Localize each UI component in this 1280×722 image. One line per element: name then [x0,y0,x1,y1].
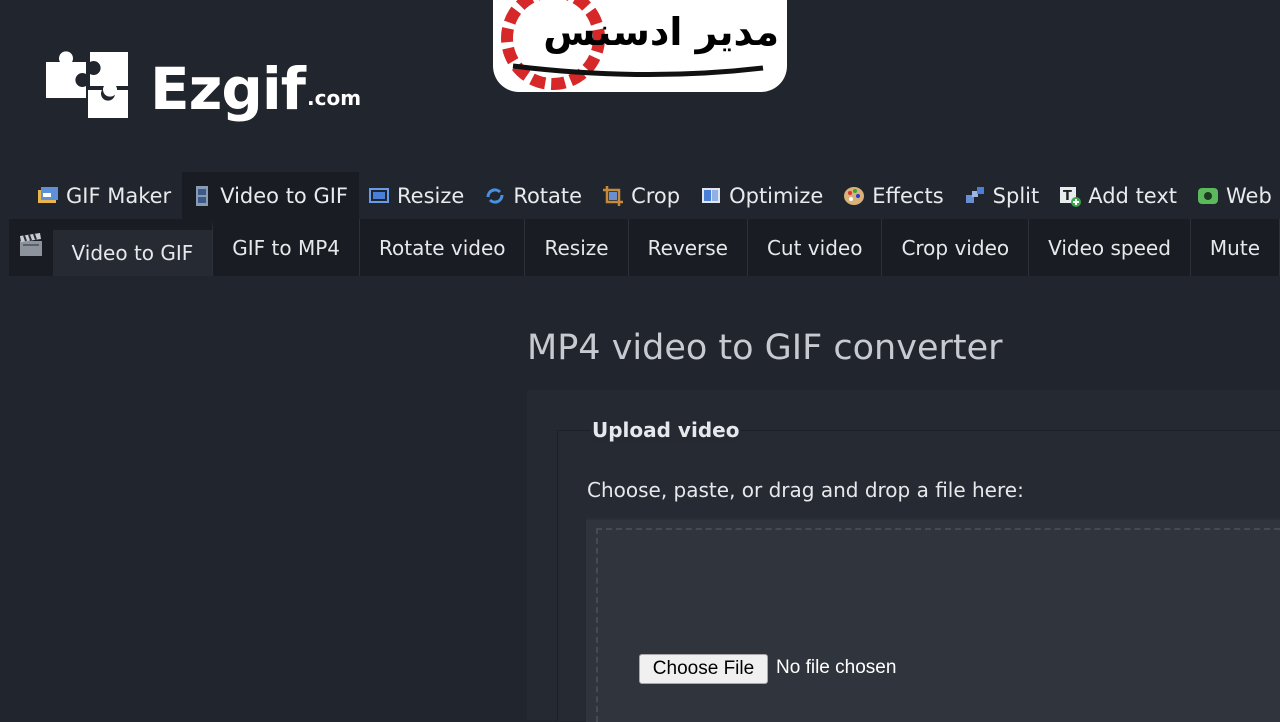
subnav-label: Resize [544,235,609,260]
clapperboard-icon [19,232,42,256]
page-title: MP4 video to GIF converter [527,328,1003,368]
logo-domain: .com [307,86,362,110]
choose-file-button[interactable]: Choose File [639,654,768,684]
subnav-video-to-gif[interactable]: Video to GIF [52,219,214,276]
crop-icon [603,185,624,206]
nav-rotate[interactable]: Rotate [475,172,593,219]
nav-video-to-gif[interactable]: Video to GIF [182,172,360,219]
subnav-rotate-video[interactable]: Rotate video [360,219,526,276]
subnav-gif-to-mp4[interactable]: GIF to MP4 [213,219,361,276]
split-icon [965,186,984,203]
rotate-icon [486,187,504,204]
sub-nav-icon-cell [9,219,53,276]
drop-zone-border [596,528,1280,722]
webp-icon [1198,187,1219,204]
subnav-label: Video speed [1048,235,1171,260]
subnav-label: Mute [1209,235,1260,260]
subnav-label: Rotate video [379,235,506,260]
subnav-video-speed[interactable]: Video speed [1029,219,1191,276]
video-sub-nav: Video to GIF GIF to MP4 Rotate video Res… [9,219,1280,276]
subnav-label: Video to GIF [71,241,194,265]
upload-legend: Upload video [590,418,742,442]
logo-name: Ezgif [150,55,306,123]
nav-label: Effects [872,183,944,208]
gif-maker-icon [38,186,58,203]
nav-label: Resize [397,183,465,208]
subnav-mute[interactable]: Mute [1191,219,1280,276]
nav-label: Crop [631,183,681,208]
add-text-icon: T [1060,186,1082,207]
ezgif-logo[interactable]: Ezgif .com [40,44,361,118]
nav-effects[interactable]: Effects [834,172,954,219]
nav-crop[interactable]: Crop [593,172,691,219]
nav-split[interactable]: Split [955,172,1051,219]
upload-instruction: Choose, paste, or drag and drop a file h… [587,478,1024,502]
nav-label: Web [1226,183,1272,208]
subnav-reverse[interactable]: Reverse [629,219,748,276]
file-drop-zone[interactable] [586,518,1280,722]
palette-icon [844,186,865,205]
watermark-text: مدير ادسنس [543,10,780,54]
nav-add-text[interactable]: T Add text [1050,172,1188,219]
nav-resize[interactable]: Resize [359,172,475,219]
nav-webp[interactable]: Web [1188,172,1280,219]
nav-label: Split [992,183,1040,208]
main-nav: GIF Maker Video to GIF Resize Rotate Cro… [28,172,1280,219]
optimize-icon [702,187,721,203]
subnav-label: Cut video [766,235,863,260]
nav-label: Optimize [729,183,824,208]
file-status-text: No file chosen [776,657,897,678]
subnav-label: Reverse [647,235,728,260]
puzzle-logo-icon [46,51,128,118]
nav-label: Add text [1088,183,1178,208]
subnav-label: GIF to MP4 [232,235,341,260]
nav-optimize[interactable]: Optimize [691,172,834,219]
nav-label: Rotate [513,183,583,208]
subnav-label: Crop video [901,235,1010,260]
svg-text:T: T [1063,189,1072,204]
nav-label: GIF Maker [66,183,172,208]
subnav-cut-video[interactable]: Cut video [748,219,883,276]
subnav-resize[interactable]: Resize [525,219,629,276]
nav-gif-maker[interactable]: GIF Maker [28,172,182,219]
film-strip-icon [196,185,209,206]
resize-icon [369,187,390,203]
subnav-crop-video[interactable]: Crop video [882,219,1030,276]
watermark-badge: مدير ادسنس [493,0,787,92]
nav-label: Video to GIF [220,183,349,208]
